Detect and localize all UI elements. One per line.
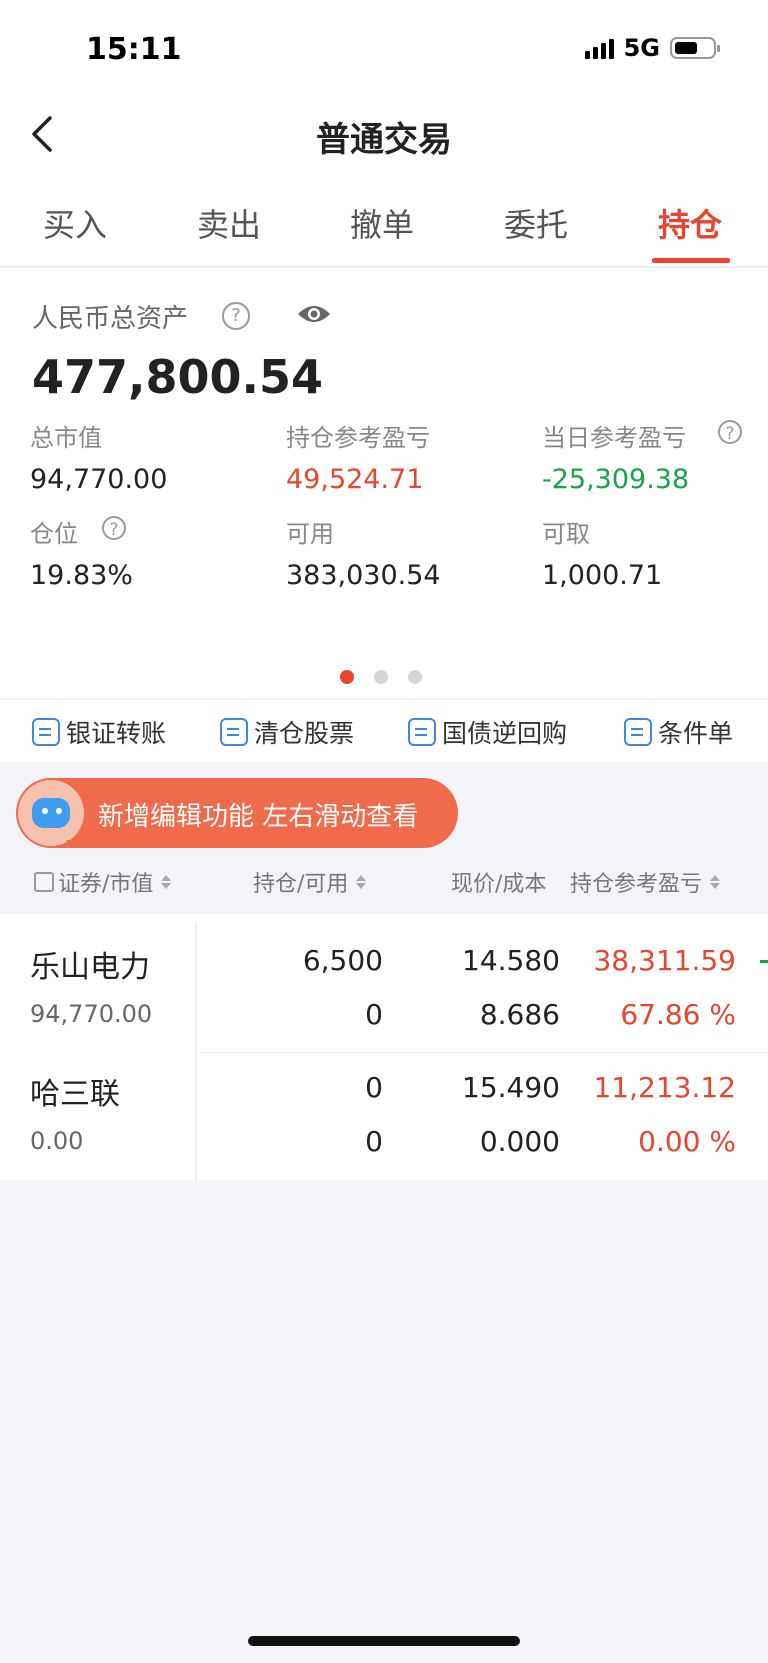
signal-icon xyxy=(584,37,614,59)
position-pl: 11,213.12 xyxy=(593,1071,736,1104)
cost-price: 0.000 xyxy=(479,1125,560,1158)
table-row[interactable]: 乐山电力 94,770.00 6,500 0 14.580 8.686 38,3… xyxy=(0,914,768,1053)
day-pl-label: 当日参考盈亏 xyxy=(542,424,686,452)
header-pl-label: 持仓参考盈亏 xyxy=(570,872,703,897)
chart-icon xyxy=(220,718,248,746)
market-value-label: 总市值 xyxy=(30,424,102,452)
sort-icon xyxy=(356,875,367,889)
condition-order-button[interactable]: 条件单 xyxy=(624,714,733,750)
market-value: 94,770.00 xyxy=(30,464,168,495)
security-market-value: 0.00 xyxy=(30,1127,84,1155)
page-dot xyxy=(374,670,388,684)
assets-panel[interactable]: 人民币总资产 ? 477,800.54 总市值 94,770.00 持仓参考盈亏… xyxy=(0,268,768,698)
status-time: 15:11 xyxy=(86,32,182,67)
header-security-label: 证券/市值 xyxy=(58,872,154,897)
reverse-repo-button[interactable]: 国债逆回购 xyxy=(408,714,567,750)
position-pl-pct: 0.00 % xyxy=(638,1125,736,1158)
sort-icon xyxy=(161,875,172,889)
available-qty: 0 xyxy=(365,998,383,1031)
network-label: 5G xyxy=(623,34,660,62)
tab-cancel[interactable]: 撤单 xyxy=(332,200,432,246)
eye-icon[interactable] xyxy=(296,302,332,326)
status-indicators: 5G xyxy=(584,34,720,62)
page-dot xyxy=(340,670,354,684)
help-icon[interactable]: ? xyxy=(222,302,250,330)
table-row[interactable]: 哈三联 0.00 0 0 15.490 0.000 11,213.12 0.00… xyxy=(0,1041,768,1168)
header-position[interactable]: 持仓/可用 xyxy=(253,866,367,898)
repo-icon xyxy=(408,718,436,746)
position-pl-pct: 67.86 % xyxy=(620,998,736,1031)
trade-tabs: 买入 卖出 撤单 委托 持仓 xyxy=(0,196,768,267)
tab-positions[interactable]: 持仓 xyxy=(640,200,740,246)
security-name: 哈三联 xyxy=(30,1077,120,1112)
header-security[interactable]: 证券/市值 xyxy=(34,866,172,898)
position-pl: 38,311.59 xyxy=(593,944,736,977)
security-market-value: 94,770.00 xyxy=(30,1000,153,1028)
position-pl-label: 持仓参考盈亏 xyxy=(286,424,430,452)
day-pl-help-icon[interactable]: ? xyxy=(718,420,742,444)
available-qty: 0 xyxy=(365,1125,383,1158)
header-price[interactable]: 现价/成本 xyxy=(451,866,546,898)
top-area: 15:11 5G 普通交易 买入 卖出 撤单 委托 持仓 xyxy=(0,0,768,267)
page-title: 普通交易 xyxy=(316,120,452,160)
active-tab-indicator xyxy=(652,258,730,263)
total-assets-value: 477,800.54 xyxy=(32,350,324,404)
available-value: 383,030.54 xyxy=(286,560,441,591)
bank-transfer-button[interactable]: 银证转账 xyxy=(32,714,166,750)
positions-table: 乐山电力 94,770.00 6,500 0 14.580 8.686 38,3… xyxy=(0,914,768,1180)
withdrawable-label: 可取 xyxy=(542,520,590,548)
page-dot xyxy=(408,670,422,684)
current-price: 14.580 xyxy=(462,944,560,977)
condition-order-label: 条件单 xyxy=(658,719,734,748)
transfer-icon xyxy=(32,718,60,746)
cost-price: 8.686 xyxy=(479,998,560,1031)
security-name: 乐山电力 xyxy=(30,950,150,985)
available-label: 可用 xyxy=(286,520,334,548)
home-indicator[interactable] xyxy=(248,1636,520,1646)
feature-banner[interactable]: 新增编辑功能 左右滑动查看 xyxy=(16,778,458,854)
page-dots xyxy=(340,670,422,684)
tab-sell[interactable]: 卖出 xyxy=(179,200,279,246)
mascot-icon xyxy=(18,780,84,846)
bank-transfer-label: 银证转账 xyxy=(66,719,167,748)
clear-stocks-button[interactable]: 清仓股票 xyxy=(220,714,354,750)
next-column-edge xyxy=(760,960,768,963)
banner-text: 新增编辑功能 左右滑动查看 xyxy=(98,802,419,832)
day-pl-value: -25,309.38 xyxy=(542,464,690,495)
position-ratio-value: 19.83% xyxy=(30,560,133,591)
tab-buy[interactable]: 买入 xyxy=(25,200,125,246)
total-assets-label: 人民币总资产 xyxy=(32,304,189,334)
current-price: 15.490 xyxy=(462,1071,560,1104)
header-position-label: 持仓/可用 xyxy=(253,872,349,897)
position-ratio-help-icon[interactable]: ? xyxy=(102,516,126,540)
header-price-label: 现价/成本 xyxy=(451,872,547,897)
position-ratio-label: 仓位 xyxy=(30,520,78,548)
quick-actions: 银证转账 清仓股票 国债逆回购 条件单 xyxy=(0,700,768,762)
battery-icon xyxy=(670,37,720,59)
position-pl-value: 49,524.71 xyxy=(286,464,424,495)
condition-order-icon xyxy=(624,718,652,746)
tab-orders[interactable]: 委托 xyxy=(486,200,586,246)
reverse-repo-label: 国债逆回购 xyxy=(442,719,568,748)
table-header: 证券/市值 持仓/可用 现价/成本 持仓参考盈亏 xyxy=(0,848,768,914)
position-qty: 6,500 xyxy=(302,944,383,977)
sort-icon xyxy=(710,875,721,889)
clear-stocks-label: 清仓股票 xyxy=(254,719,355,748)
withdrawable-value: 1,000.71 xyxy=(542,560,663,591)
edit-icon[interactable] xyxy=(34,872,54,892)
header-pl[interactable]: 持仓参考盈亏 xyxy=(570,866,721,898)
position-qty: 0 xyxy=(365,1071,383,1104)
